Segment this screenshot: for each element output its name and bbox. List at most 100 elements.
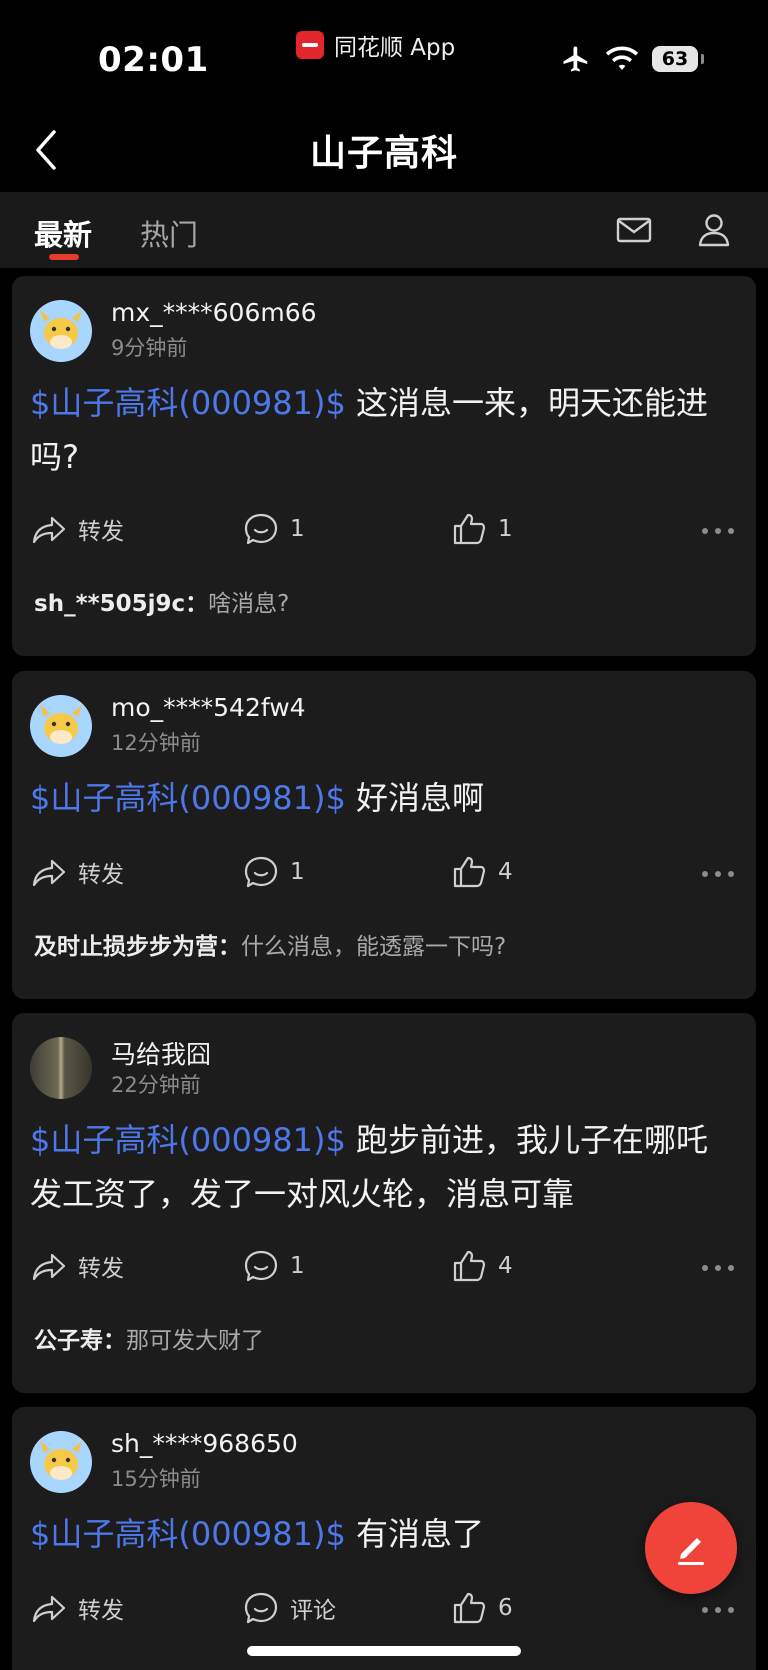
post-actions: 转发 1 4 [30, 1247, 738, 1291]
tab-hot[interactable]: 热门 [140, 212, 198, 254]
share-icon [32, 1595, 66, 1623]
status-app-indicator[interactable]: 同花顺 App [296, 28, 455, 62]
cow-avatar-icon [40, 310, 82, 349]
battery-indicator: 63 [652, 46, 704, 72]
cow-avatar-icon [40, 1441, 82, 1480]
forward-button[interactable]: 转发 [30, 1589, 124, 1627]
comment-icon [244, 856, 278, 888]
post-time: 9分钟前 [111, 336, 188, 360]
like-icon [453, 1592, 486, 1624]
post-card[interactable]: sh_****968650 15分钟前 $山子高科(000981)$ 有消息了 … [12, 1407, 756, 1670]
post-time: 15分钟前 [111, 1467, 201, 1491]
forward-button[interactable]: 转发 [30, 853, 124, 891]
nav-bar: 山子高科 [0, 110, 768, 192]
avatar[interactable] [30, 300, 92, 362]
home-indicator [247, 1646, 521, 1656]
comment-icon [244, 1250, 278, 1282]
like-button[interactable]: 1 [450, 510, 513, 548]
post-content[interactable]: $山子高科(000981)$ 跑步前进，我儿子在哪吒发工资了，发了一对风火轮，消… [30, 1113, 738, 1221]
status-bar: 02:01 同花顺 App 63 [0, 0, 768, 110]
reply-user: 公子寿： [34, 1328, 126, 1354]
post-time: 12分钟前 [111, 731, 201, 755]
comment-count: 1 [290, 516, 305, 542]
comment-button[interactable]: 评论 [242, 1589, 336, 1627]
post-actions: 转发 1 1 [30, 510, 738, 554]
post-text: 好消息啊 [345, 779, 485, 817]
comment-count: 1 [290, 1253, 305, 1279]
more-icon[interactable] [702, 871, 734, 877]
reply-user: 及时止损步步为营： [34, 934, 241, 960]
avatar[interactable] [30, 695, 92, 757]
more-icon[interactable] [702, 1607, 734, 1613]
app-logo-icon [296, 31, 324, 59]
status-app-name: 同花顺 App [334, 35, 456, 61]
status-icons: 63 [560, 44, 704, 74]
post-content[interactable]: $山子高科(000981)$ 好消息啊 [30, 771, 738, 825]
stock-tag-link[interactable]: $山子高科(000981)$ [30, 779, 346, 817]
comment-button[interactable]: 1 [242, 510, 305, 548]
forward-label: 转发 [78, 519, 124, 545]
like-count: 1 [498, 516, 513, 542]
comment-button[interactable]: 1 [242, 853, 305, 891]
comment-count: 1 [290, 859, 305, 885]
like-count: 4 [498, 1253, 513, 1279]
comment-button[interactable]: 1 [242, 1247, 305, 1285]
post-card[interactable]: 马给我囧 22分钟前 $山子高科(000981)$ 跑步前进，我儿子在哪吒发工资… [12, 1013, 756, 1393]
reply-text: 那可发大财了 [126, 1328, 264, 1354]
mail-icon[interactable] [614, 210, 654, 250]
post-content[interactable]: $山子高科(000981)$ 这消息一来，明天还能进吗? [30, 376, 738, 484]
post-card[interactable]: mo_****542fw4 12分钟前 $山子高科(000981)$ 好消息啊 … [12, 671, 756, 999]
forward-label: 转发 [78, 1598, 124, 1624]
stock-tag-link[interactable]: $山子高科(000981)$ [30, 1515, 346, 1553]
reply-preview[interactable]: 及时止损步步为营：什么消息，能透露一下吗? [34, 927, 506, 961]
avatar[interactable] [30, 1037, 92, 1099]
like-icon [453, 856, 486, 888]
compose-button[interactable] [645, 1502, 737, 1594]
reply-text: 什么消息，能透露一下吗? [241, 934, 507, 960]
edit-icon [678, 1538, 704, 1565]
share-icon [32, 516, 66, 544]
post-username[interactable]: 马给我囧 [111, 1035, 211, 1071]
status-time: 02:01 [98, 40, 209, 80]
forward-button[interactable]: 转发 [30, 510, 124, 548]
page-title: 山子高科 [309, 133, 458, 174]
comment-label: 评论 [290, 1598, 336, 1624]
like-icon [453, 1250, 486, 1282]
airplane-icon [563, 46, 588, 72]
reply-user: sh_**505j9c： [34, 591, 209, 617]
cow-avatar-icon [40, 705, 82, 744]
tab-bar: 最新 热门 [0, 192, 768, 268]
post-time: 22分钟前 [111, 1073, 201, 1097]
like-button[interactable]: 6 [450, 1589, 513, 1627]
avatar[interactable] [30, 1431, 92, 1493]
tab-active-indicator [49, 254, 79, 260]
stock-tag-link[interactable]: $山子高科(000981)$ [30, 384, 346, 422]
more-icon[interactable] [702, 528, 734, 534]
post-content[interactable]: $山子高科(000981)$ 有消息了 [30, 1507, 738, 1561]
like-count: 6 [498, 1595, 513, 1621]
comment-icon [244, 1592, 278, 1624]
wifi-icon [606, 46, 638, 71]
post-actions: 转发 1 4 [30, 853, 738, 897]
like-icon [453, 513, 486, 545]
share-icon [32, 1253, 66, 1281]
post-username[interactable]: mo_****542fw4 [111, 693, 306, 722]
stock-tag-link[interactable]: $山子高科(000981)$ [30, 1121, 346, 1159]
post-username[interactable]: mx_****606m66 [111, 298, 317, 327]
tab-latest[interactable]: 最新 [34, 212, 92, 254]
post-username[interactable]: sh_****968650 [111, 1429, 298, 1458]
more-icon[interactable] [702, 1265, 734, 1271]
reply-preview[interactable]: sh_**505j9c：啥消息? [34, 584, 289, 618]
reply-preview[interactable]: 公子寿：那可发大财了 [34, 1321, 264, 1355]
like-button[interactable]: 4 [450, 853, 513, 891]
reply-text: 啥消息? [208, 591, 290, 617]
post-text: 有消息了 [345, 1515, 485, 1553]
like-count: 4 [498, 859, 513, 885]
forward-label: 转发 [78, 1256, 124, 1282]
forward-button[interactable]: 转发 [30, 1247, 124, 1285]
share-icon [32, 859, 66, 887]
profile-icon[interactable] [694, 210, 734, 250]
like-button[interactable]: 4 [450, 1247, 513, 1285]
post-card[interactable]: mx_****606m66 9分钟前 $山子高科(000981)$ 这消息一来，… [12, 276, 756, 656]
post-actions: 转发 评论 6 [30, 1589, 738, 1633]
